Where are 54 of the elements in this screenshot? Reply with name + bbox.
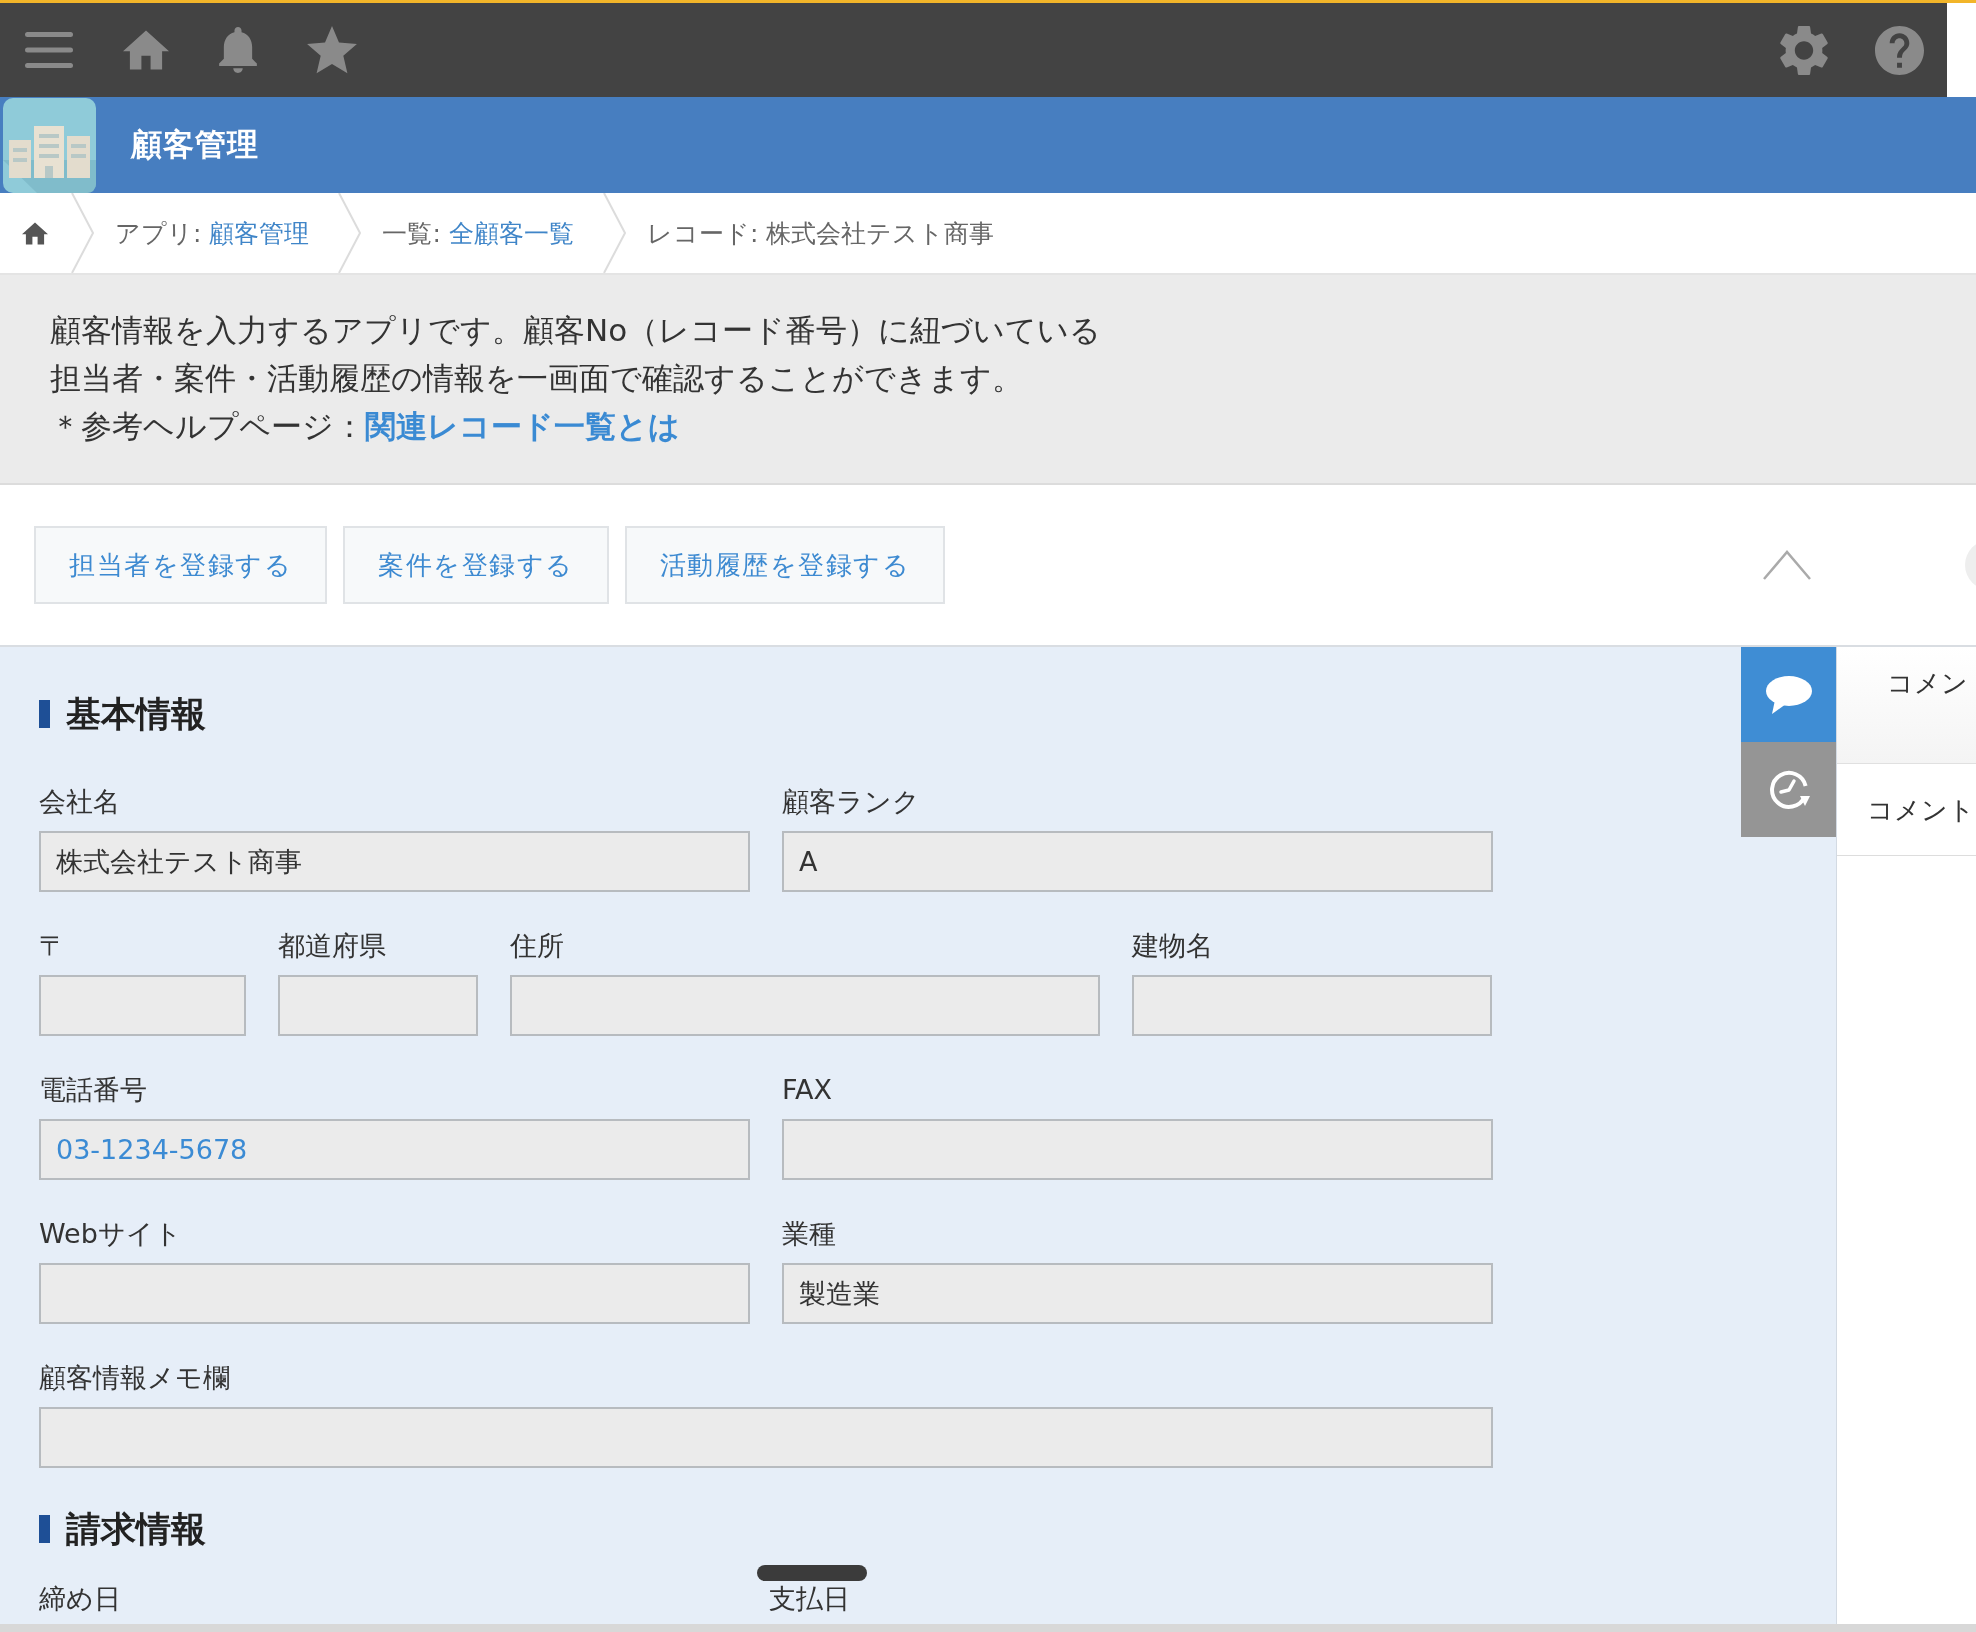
field-label: 建物名 <box>1132 930 1213 962</box>
help-note: ＊参考ヘルプページ：関連レコード一覧とは <box>50 407 681 446</box>
input-field[interactable] <box>782 1119 1493 1180</box>
buildings-icon <box>3 97 96 193</box>
field-label: 〒 <box>39 930 66 962</box>
input-field[interactable] <box>1132 975 1492 1036</box>
field-label: 会社名 <box>39 786 120 818</box>
input-field[interactable]: 03-1234-5678 <box>39 1119 750 1180</box>
comment-tab[interactable] <box>1741 647 1836 742</box>
home-icon[interactable] <box>22 221 48 245</box>
input-field[interactable] <box>510 975 1100 1036</box>
breadcrumb-label: アプリ: <box>115 217 202 250</box>
action-button[interactable]: 担当者を登録する <box>34 526 327 604</box>
comment-label: コメント <box>1867 793 1975 826</box>
field-label: 支払日 <box>769 1583 850 1615</box>
help-icon[interactable] <box>1875 25 1924 75</box>
input-field[interactable] <box>39 1263 750 1324</box>
section-title: 請求情報 <box>66 1511 206 1547</box>
bell-icon[interactable] <box>219 27 257 73</box>
menu-icon[interactable] <box>25 32 73 68</box>
input-field[interactable]: 製造業 <box>782 1263 1493 1324</box>
settings-icon[interactable] <box>1780 24 1828 76</box>
bar-marker-icon <box>39 1515 50 1543</box>
breadcrumb-link[interactable]: 顧客管理 <box>209 216 310 250</box>
bar-marker-icon <box>39 700 50 728</box>
field-label: 締め日 <box>39 1583 121 1615</box>
panel-title: コメン <box>1887 667 1968 699</box>
field-label: Webサイト <box>39 1218 182 1250</box>
chevron-up-icon[interactable] <box>1762 549 1812 581</box>
action-button[interactable]: 案件を登録する <box>343 526 609 604</box>
input-field[interactable]: 株式会社テスト商事 <box>39 831 750 892</box>
history-tab[interactable] <box>1741 742 1836 837</box>
phone-link[interactable]: 03-1234-5678 <box>56 1134 248 1165</box>
field-label: 顧客ランク <box>782 786 920 818</box>
input-field[interactable] <box>278 975 478 1036</box>
field-label: FAX <box>782 1074 833 1106</box>
section-title: 基本情報 <box>66 696 206 732</box>
input-field[interactable]: A <box>782 831 1493 892</box>
field-label: 電話番号 <box>39 1074 147 1106</box>
app-title: 顧客管理 <box>131 125 259 164</box>
speech-bubble-icon <box>1765 675 1812 714</box>
input-field[interactable] <box>39 1407 1493 1468</box>
field-label: 顧客情報メモ欄 <box>39 1362 230 1394</box>
breadcrumb-label: 一覧: <box>382 217 441 250</box>
breadcrumb-link[interactable]: 全顧客一覧 <box>448 216 574 250</box>
description-text: 顧客情報を入力するアプリです。顧客No（レコード番号）に紐づいている 担当者・案件・活動履歴の情報を一画面で確認することができます。 <box>50 311 1103 398</box>
field-label: 住所 <box>510 930 564 962</box>
action-button[interactable]: 活動履歴を登録する <box>624 526 945 604</box>
field-label: 業種 <box>782 1218 836 1250</box>
star-icon[interactable] <box>307 26 357 74</box>
breadcrumb-current: レコード: 株式会社テスト商事 <box>646 217 995 250</box>
field-label: 都道府県 <box>278 930 386 962</box>
input-field[interactable] <box>39 975 246 1036</box>
help-link[interactable]: 関連レコード一覧とは <box>365 408 680 444</box>
